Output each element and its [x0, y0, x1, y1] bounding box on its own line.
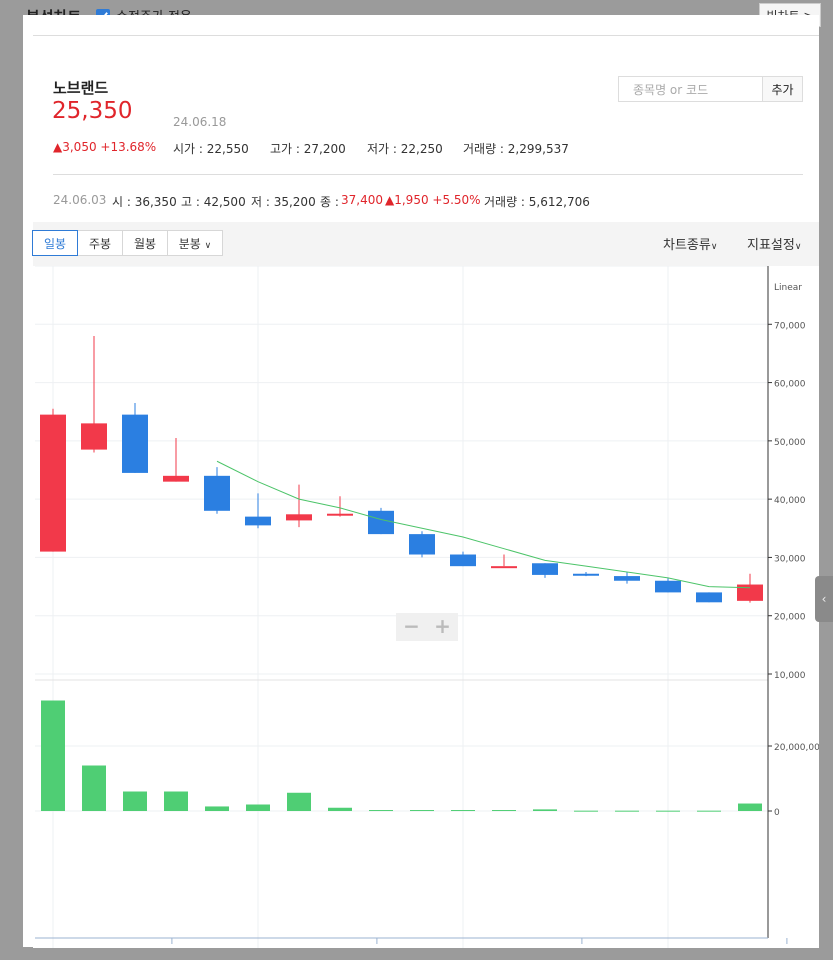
volume-stat: 거래량 : 2,299,537 [463, 142, 569, 156]
chevron-down-icon: ∨ [794, 242, 802, 252]
zoom-in-button[interactable]: + [427, 613, 458, 641]
candle-body [122, 414, 148, 473]
candle-body [327, 513, 353, 516]
candle-body [409, 534, 435, 555]
volume-bar [369, 810, 393, 812]
candle-body [245, 516, 271, 526]
candle-body [532, 563, 558, 575]
volume-tick-label: 0 [774, 808, 780, 818]
hover-volume: 거래량 : 5,612,706 [484, 195, 590, 209]
candle-body [614, 576, 640, 581]
volume-bar [697, 810, 721, 812]
volume-bar [615, 810, 639, 812]
candle-body [81, 423, 107, 450]
volume-bar [205, 806, 229, 811]
indicator-settings-label: 지표설정 [747, 238, 795, 253]
chevron-down-icon: ∨ [710, 242, 718, 252]
tab-weekly[interactable]: 주봉 [77, 230, 123, 256]
candle-body [368, 510, 394, 535]
candle-body [491, 566, 517, 569]
tab-daily[interactable]: 일봉 [32, 230, 78, 256]
zoom-out-button[interactable]: − [396, 613, 427, 641]
volume-bar [451, 810, 475, 812]
indicator-settings-select[interactable]: 지표설정∨ [747, 234, 801, 253]
volume-bar [533, 809, 557, 811]
volume-bar [492, 810, 516, 812]
candle-body [40, 414, 66, 552]
scale-label: Linear [774, 283, 802, 293]
low-stat: 저가 : 22,250 [367, 142, 443, 156]
chart-type-label: 차트종류 [663, 238, 711, 253]
tab-monthly[interactable]: 월봉 [122, 230, 168, 256]
y-tick-label: 30,000 [774, 554, 806, 564]
volume-bar [410, 810, 434, 812]
candle-body [163, 475, 189, 482]
moving-average-line [216, 460, 751, 589]
candlestick-chart[interactable]: Linear 10,000 20,000 30,000 40,000 50,000 60,0… [33, 265, 826, 959]
volume-bar [246, 804, 270, 811]
y-tick-label: 60,000 [774, 380, 806, 390]
hover-change: ▲1,950 +5.50% [385, 193, 481, 207]
y-tick-label: 20,000 [774, 613, 806, 623]
chevron-left-icon: ‹ [821, 592, 827, 606]
side-panel-toggle[interactable]: ‹ [815, 576, 833, 622]
hover-high: 고 : 42,500 [181, 195, 246, 209]
y-tick-label: 10,000 [774, 671, 806, 681]
candle-body [286, 514, 312, 521]
volume-bar [41, 700, 65, 811]
chart-panel: 노브랜드 25,350 24.06.18 ▲3,050 +13.68% 시가 :… [23, 15, 826, 959]
hover-close-value: 37,400 [341, 193, 383, 207]
candle-body [573, 573, 599, 576]
candle-body [450, 554, 476, 567]
chart-type-select[interactable]: 차트종류∨ [663, 234, 717, 253]
hover-low: 저 : 35,200 [251, 195, 316, 209]
chevron-down-icon: ∨ [204, 241, 212, 251]
zoom-controls: − + [396, 613, 458, 641]
hover-date: 24.06.03 [53, 193, 107, 207]
candle-body [204, 475, 230, 511]
high-stat: 고가 : 27,200 [270, 142, 346, 156]
y-tick-label: 50,000 [774, 438, 806, 448]
tab-minute[interactable]: 분봉 ∨ [167, 230, 223, 256]
tab-minute-label: 분봉 [178, 237, 201, 251]
add-button[interactable]: 추가 [762, 76, 803, 102]
open-stat: 시가 : 22,550 [173, 142, 249, 156]
volume-bar [574, 810, 598, 812]
volume-bar [123, 791, 147, 811]
volume-bar [738, 803, 762, 811]
candle-body [696, 592, 722, 603]
current-price: 25,350 [52, 98, 133, 124]
candle-body [655, 580, 681, 593]
chart-area[interactable]: Linear 10,000 20,000 30,000 40,000 50,000 60,0… [33, 265, 826, 959]
y-tick-label: 70,000 [774, 321, 806, 331]
divider [53, 174, 803, 175]
y-tick-label: 40,000 [774, 496, 806, 506]
volume-bar [328, 807, 352, 811]
price-change: ▲3,050 +13.68% [53, 140, 157, 154]
volume-bar [164, 791, 188, 811]
price-date: 24.06.18 [173, 115, 227, 129]
stock-search-input[interactable]: 종목명 or 코드 [618, 76, 763, 102]
hover-close-label: 종 : [320, 195, 339, 209]
stock-name: 노브랜드 [53, 79, 109, 97]
volume-bar [656, 810, 680, 812]
chart-inner: 노브랜드 25,350 24.06.18 ▲3,050 +13.68% 시가 :… [32, 35, 826, 959]
volume-bar [287, 792, 311, 811]
chart-toolbar: 일봉 주봉 월봉 분봉 ∨ 차트종류∨ 지표설정∨ [32, 222, 819, 266]
hover-open: 시 : 36,350 [112, 195, 177, 209]
volume-bar [82, 765, 106, 811]
volume-tick-label: 20,000,000 [774, 743, 819, 753]
